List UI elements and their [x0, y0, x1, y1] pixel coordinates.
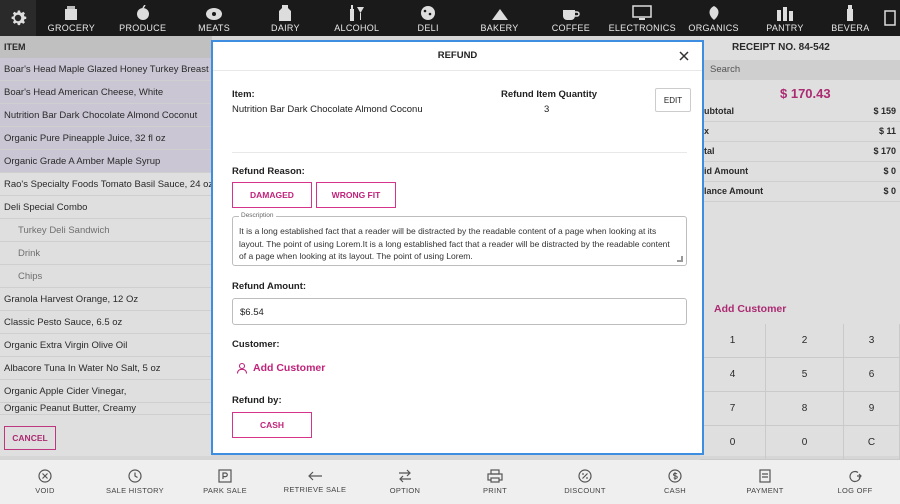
print-button[interactable]: PRINT	[450, 460, 540, 504]
dialog-title: REFUND	[437, 50, 478, 61]
grocery-icon	[65, 6, 78, 20]
logoff-icon	[849, 470, 862, 483]
cash-icon	[668, 469, 682, 483]
coffee-icon	[562, 10, 580, 20]
discount-icon	[578, 469, 592, 483]
discount-button[interactable]: DISCOUNT	[540, 460, 630, 504]
option-icon	[399, 469, 411, 483]
description-textarea[interactable]: Description It is a long established fac…	[232, 212, 687, 266]
item-name: Nutrition Bar Dark Chocolate Almond Coco…	[232, 104, 423, 115]
description-text: It is a long established fact that a rea…	[239, 226, 670, 261]
organics-icon	[709, 6, 719, 20]
pantry-icon	[776, 7, 793, 21]
park-sale-button[interactable]: PARK SALE	[180, 460, 270, 504]
edit-button[interactable]: EDIT	[655, 88, 691, 112]
category-produce[interactable]: PRODUCE	[107, 0, 178, 36]
user-icon	[236, 362, 248, 374]
refund-qty-value: 3	[544, 104, 550, 115]
add-customer-button[interactable]: Add Customer	[236, 362, 325, 374]
category-alcohol[interactable]: ALCOHOL	[321, 0, 392, 36]
void-button[interactable]: VOID	[0, 460, 90, 504]
deli-icon	[421, 6, 436, 20]
electronics-icon	[632, 5, 652, 20]
close-icon[interactable]	[678, 50, 690, 62]
refund-cash-button[interactable]: CASH	[232, 412, 312, 438]
meats-icon	[206, 8, 223, 20]
cash-button[interactable]: CASH	[630, 460, 720, 504]
resize-handle[interactable]	[677, 256, 683, 262]
divider	[213, 70, 702, 71]
payment-button[interactable]: PAYMENT	[720, 460, 810, 504]
description-legend: Description	[239, 212, 276, 219]
category-coffee[interactable]: COFFEE	[535, 0, 606, 36]
customer-label: Customer:	[232, 339, 280, 350]
chevron-right-icon	[884, 10, 896, 26]
scroll-right-button[interactable]	[880, 0, 900, 36]
refund-reason-label: Refund Reason:	[232, 166, 305, 177]
category-bakery[interactable]: BAKERY	[464, 0, 535, 36]
history-icon	[128, 469, 142, 483]
reason-wrong-fit-button[interactable]: WRONG FIT	[316, 182, 396, 208]
beverages-icon	[847, 5, 854, 21]
category-organics[interactable]: ORGANICS	[678, 0, 749, 36]
void-icon	[38, 469, 52, 483]
refund-by-label: Refund by:	[232, 395, 282, 406]
refund-amount-label: Refund Amount:	[232, 281, 307, 292]
category-pantry[interactable]: PANTRY	[749, 0, 820, 36]
bakery-icon	[491, 9, 508, 20]
produce-icon	[136, 5, 149, 20]
category-deli[interactable]: DELI	[392, 0, 463, 36]
category-electronics[interactable]: ELECTRONICS	[607, 0, 678, 36]
refund-qty-label: Refund Item Quantity	[501, 89, 598, 100]
log-off-button[interactable]: LOG OFF	[810, 460, 900, 504]
payment-icon	[759, 469, 771, 483]
gear-icon	[11, 10, 27, 26]
item-label: Item:	[232, 89, 255, 100]
category-bar: GROCERY PRODUCE MEATS DAIRY ALCOHOL DELI…	[0, 0, 900, 36]
category-beverages[interactable]: BEVERA	[821, 0, 880, 36]
refund-amount-input[interactable]: $6.54	[232, 298, 687, 325]
action-bar: VOID SALE HISTORY PARK SALE RETRIEVE SAL…	[0, 460, 900, 504]
sale-history-button[interactable]: SALE HISTORY	[90, 460, 180, 504]
category-dairy[interactable]: DAIRY	[250, 0, 321, 36]
option-button[interactable]: OPTION	[360, 460, 450, 504]
park-icon	[218, 469, 232, 483]
refund-dialog: REFUND Item: Nutrition Bar Dark Chocolat…	[211, 40, 704, 455]
retrieve-sale-button[interactable]: RETRIEVE SALE	[270, 460, 360, 504]
dairy-icon	[279, 5, 292, 21]
divider	[232, 152, 687, 153]
settings-button[interactable]	[0, 0, 36, 36]
retrieve-icon	[308, 471, 322, 481]
reason-damaged-button[interactable]: DAMAGED	[232, 182, 312, 208]
alcohol-icon	[349, 5, 364, 21]
print-icon	[487, 469, 503, 483]
category-grocery[interactable]: GROCERY	[36, 0, 107, 36]
category-meats[interactable]: MEATS	[178, 0, 249, 36]
